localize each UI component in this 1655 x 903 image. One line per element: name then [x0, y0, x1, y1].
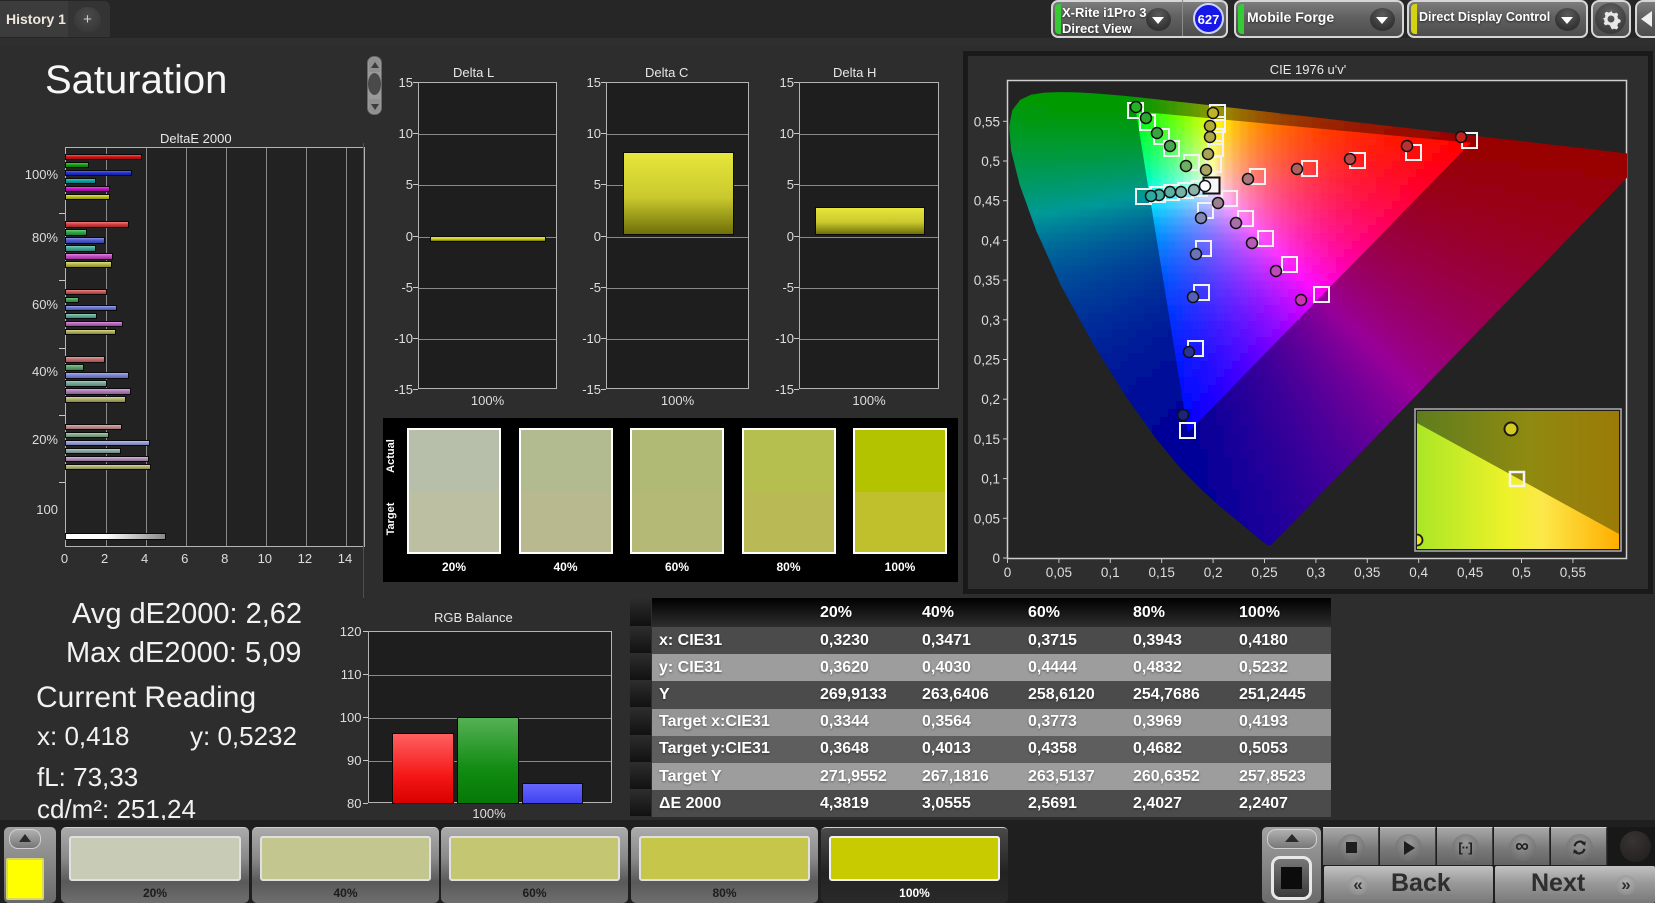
svg-text:0,35: 0,35 — [974, 273, 1000, 288]
svg-text:0,35: 0,35 — [1354, 565, 1380, 580]
svg-text:0,2: 0,2 — [1204, 565, 1223, 580]
svg-text:0,25: 0,25 — [974, 353, 1000, 368]
svg-text:0,4: 0,4 — [981, 233, 1000, 248]
svg-text:0,4: 0,4 — [1409, 565, 1428, 580]
svg-text:0,3: 0,3 — [981, 313, 1000, 328]
svg-text:0,5: 0,5 — [1512, 565, 1531, 580]
svg-text:0,5: 0,5 — [981, 154, 1000, 169]
svg-text:0,15: 0,15 — [1149, 565, 1175, 580]
svg-text:0,2: 0,2 — [981, 392, 1000, 407]
svg-text:0,3: 0,3 — [1307, 565, 1326, 580]
svg-text:0,45: 0,45 — [974, 194, 1000, 209]
svg-text:0,05: 0,05 — [974, 511, 1000, 526]
svg-text:0,45: 0,45 — [1457, 565, 1483, 580]
svg-text:0,1: 0,1 — [981, 472, 1000, 487]
svg-text:0: 0 — [992, 551, 1000, 566]
svg-text:0,15: 0,15 — [974, 432, 1000, 447]
svg-text:0: 0 — [1004, 565, 1012, 580]
svg-text:0,55: 0,55 — [974, 114, 1000, 129]
svg-text:0,55: 0,55 — [1560, 565, 1586, 580]
svg-text:0,05: 0,05 — [1046, 565, 1072, 580]
svg-text:0,25: 0,25 — [1251, 565, 1277, 580]
svg-text:0,1: 0,1 — [1101, 565, 1120, 580]
